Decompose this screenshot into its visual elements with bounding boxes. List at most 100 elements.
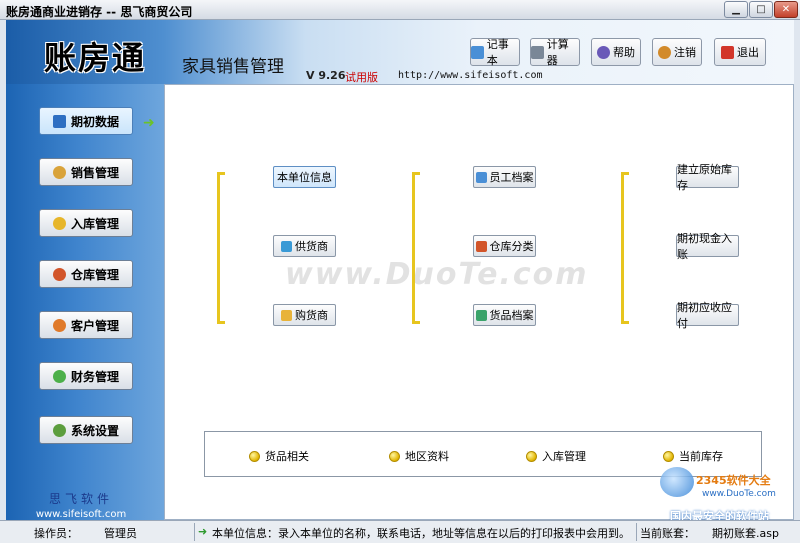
supplier-label: 供货商 [295, 240, 328, 253]
sidebar-item-label: 期初数据 [70, 114, 119, 129]
title-bar: 账房通商业进销存 -- 思飞商贸公司 ▁ □ ✕ [0, 0, 800, 20]
supplier-button[interactable]: 供货商 [273, 235, 336, 257]
initial-cash-button[interactable]: 期初现金入账 [676, 232, 739, 261]
logout-button[interactable]: 注销 [652, 38, 702, 66]
operator-value: 管理员 [104, 527, 137, 540]
sidebar-item-label: 销售管理 [70, 165, 119, 180]
exit-button[interactable]: 退出 [714, 38, 766, 66]
help-icon [597, 45, 610, 59]
status-divider [636, 523, 637, 541]
notepad-button[interactable]: 记事本 [470, 38, 520, 67]
help-label: 帮助 [613, 46, 635, 59]
status-bar: 操作员： 管理员 ➜ 本单位信息：录入本单位的名称，联系电话，地址等信息在以后的… [0, 520, 800, 543]
users-icon [658, 45, 671, 59]
notepad-label: 记事本 [486, 38, 509, 67]
finance-icon [52, 369, 66, 383]
link-inbound-management[interactable]: 入库管理 [526, 448, 586, 464]
version-label: V 9.26 [306, 69, 346, 82]
link-label: 入库管理 [542, 450, 586, 463]
watermark-text: www.DuoTe.com [285, 257, 589, 292]
customers-icon [52, 318, 66, 332]
sidebar-item-initial-data[interactable]: 期初数据 [39, 107, 133, 135]
goods-icon [475, 309, 487, 321]
group-bracket [621, 172, 629, 324]
help-button[interactable]: 帮助 [591, 38, 641, 66]
app-subtitle: 家具销售管理 [182, 57, 284, 77]
sidebar-item-label: 入库管理 [70, 216, 119, 231]
link-label: 当前库存 [679, 450, 723, 463]
sidebar-item-label: 客户管理 [70, 318, 119, 333]
supplier-icon [281, 240, 292, 252]
sidebar-item-finance[interactable]: 财务管理 [39, 362, 133, 390]
book-icon [52, 114, 66, 128]
group-bracket [217, 172, 225, 324]
account-label: 当前账套： [640, 527, 695, 540]
link-label: 货品相关 [265, 450, 309, 463]
arrow-right-icon: ➜ [198, 525, 208, 538]
sidebar-item-settings[interactable]: 系统设置 [39, 416, 133, 444]
operator-label: 操作员： [34, 527, 78, 540]
link-current-stock[interactable]: 当前库存 [663, 448, 723, 464]
account-value: 期初账套.asp [712, 527, 779, 540]
employee-records-button[interactable]: 员工档案 [473, 166, 536, 188]
sidebar-item-label: 财务管理 [70, 369, 119, 384]
initial-receivables-button[interactable]: 期初应收应付 [676, 301, 739, 330]
exit-icon [721, 45, 734, 59]
group-bracket [412, 172, 420, 324]
close-button[interactable]: ✕ [774, 1, 798, 18]
maximize-button[interactable]: □ [749, 1, 773, 18]
bullet-icon [663, 450, 674, 462]
employee-icon [475, 171, 487, 183]
brand-block: 思飞软件 www.sifeisoft.com [6, 490, 156, 520]
sidebar: 期初数据 ➜ 销售管理 入库管理 仓库管理 客户管理 财务管理 系统设置 思飞软… [6, 84, 164, 520]
sales-icon [52, 165, 66, 179]
bullet-icon [389, 450, 400, 462]
warehouse-icon [52, 267, 66, 281]
sidebar-item-label: 系统设置 [70, 423, 119, 438]
buyer-button[interactable]: 购货商 [273, 304, 336, 326]
employee-label: 员工档案 [489, 171, 534, 184]
link-region-data[interactable]: 地区资料 [389, 448, 449, 464]
status-divider [194, 523, 195, 541]
warehouse-category-button[interactable]: 仓库分类 [473, 235, 536, 257]
warehouse-category-icon [475, 240, 487, 252]
app-header: 账房通 家具销售管理 V 9.26 试用版 http://www.sifeiso… [6, 20, 794, 84]
sidebar-item-sales[interactable]: 销售管理 [39, 158, 133, 186]
status-message: 本单位信息：录入本单位的名称，联系电话，地址等信息在以后的打印报表中会用到。 [212, 527, 630, 540]
minimize-button[interactable]: ▁ [724, 1, 748, 18]
calculator-button[interactable]: 计算器 [530, 38, 580, 67]
bullet-icon [249, 450, 260, 462]
sidebar-item-warehouse[interactable]: 仓库管理 [39, 260, 133, 288]
exit-label: 退出 [737, 46, 759, 59]
brand-name: 思飞软件 [48, 492, 113, 506]
bullet-icon [526, 450, 537, 462]
box-icon [52, 216, 66, 230]
logout-label: 注销 [674, 46, 696, 59]
buyer-label: 购货商 [295, 309, 328, 322]
settings-icon [52, 423, 66, 437]
sidebar-item-label: 仓库管理 [70, 267, 119, 282]
goods-label: 货品档案 [489, 309, 534, 322]
arrow-right-icon: ➜ [143, 115, 155, 131]
website-url: http://www.sifeisoft.com [398, 70, 543, 81]
buyer-icon [281, 309, 292, 321]
brand-url: www.sifeisoft.com [35, 509, 127, 520]
main-panel: www.DuoTe.com 本单位信息 供货商 购货商 员工档案 仓库分类 货品… [164, 84, 794, 520]
calculator-label: 计算器 [546, 38, 569, 67]
sidebar-item-inbound[interactable]: 入库管理 [39, 209, 133, 237]
window-title: 账房通商业进销存 -- 思飞商贸公司 [6, 5, 193, 19]
app-logo: 账房通 [44, 39, 147, 77]
site-watermark-title: 2345软件大全 [696, 474, 771, 487]
sidebar-item-customers[interactable]: 客户管理 [39, 311, 133, 339]
link-label: 地区资料 [405, 450, 449, 463]
calculator-icon [531, 45, 544, 59]
goods-records-button[interactable]: 货品档案 [473, 304, 536, 326]
globe-icon [660, 467, 694, 497]
initial-stock-button[interactable]: 建立原始库存 [676, 163, 739, 192]
trial-label: 试用版 [345, 71, 378, 84]
company-info-button[interactable]: 本单位信息 [273, 166, 336, 188]
link-goods-related[interactable]: 货品相关 [249, 448, 309, 464]
warehouse-category-label: 仓库分类 [489, 240, 534, 253]
notepad-icon [471, 45, 484, 59]
site-watermark-url: www.DuoTe.com [702, 489, 776, 499]
